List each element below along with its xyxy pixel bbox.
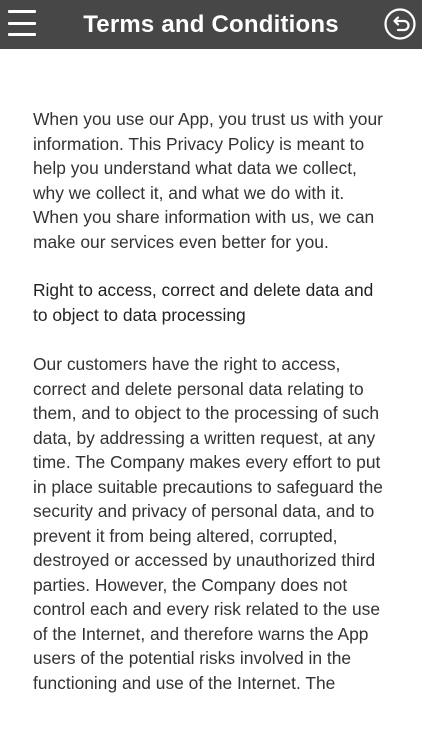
top-app-bar: Terms and Conditions [0, 0, 422, 49]
hamburger-menu-icon[interactable] [8, 10, 36, 36]
app-screen: Terms and Conditions When you use our Ap… [0, 0, 422, 750]
section-paragraph: Our customers have the right to access, … [33, 354, 383, 693]
back-arrow-circle-icon[interactable] [384, 8, 416, 40]
page-title: Terms and Conditions [83, 10, 339, 38]
terms-content: When you use our App, you trust us with … [33, 107, 389, 695]
section-heading: Right to access, correct and delete data… [33, 280, 374, 325]
intro-paragraph: When you use our App, you trust us with … [33, 109, 383, 252]
